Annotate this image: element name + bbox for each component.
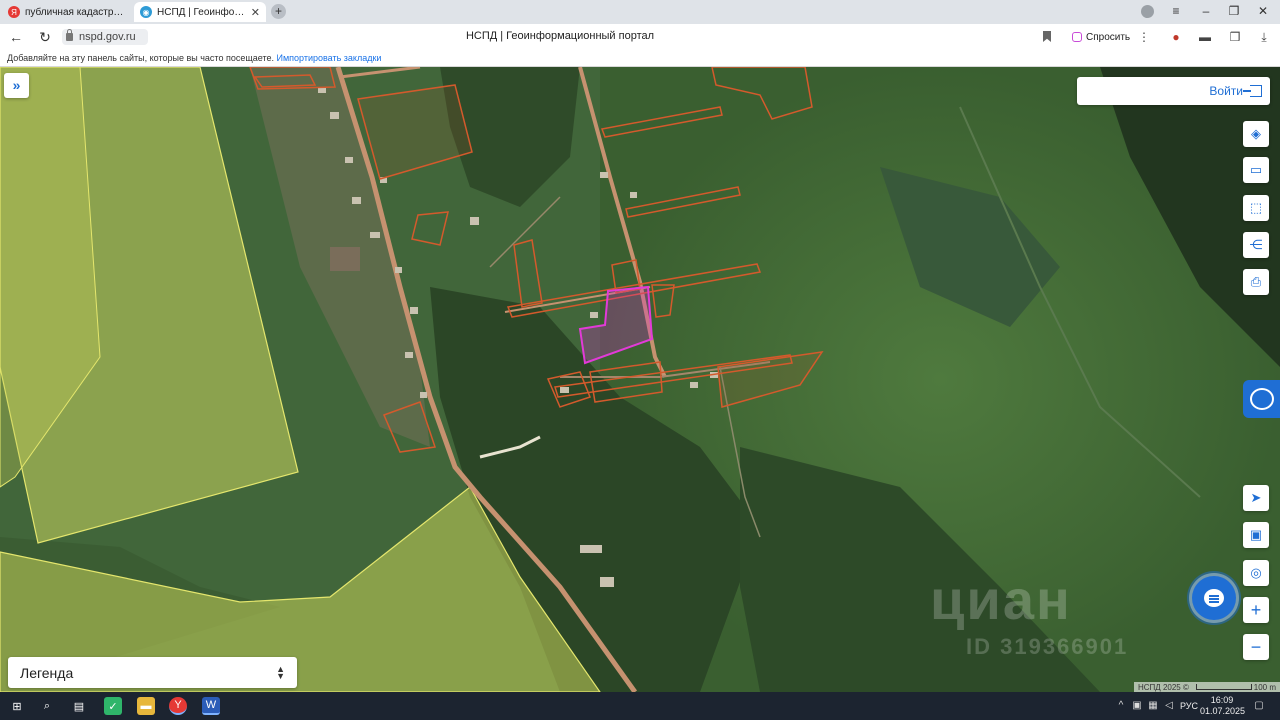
file-explorer-icon[interactable]: ▬ xyxy=(137,697,155,715)
share-icon: ⋲ xyxy=(1249,237,1263,252)
globe-icon: ◉ xyxy=(140,6,152,18)
import-bookmarks-link[interactable]: Импортировать закладки xyxy=(277,53,382,63)
place-button[interactable]: ◎ xyxy=(1243,560,1269,586)
watermark: циан xyxy=(930,568,1072,631)
clock-date: 01.07.2025 xyxy=(1200,706,1246,716)
locate-button[interactable]: ➤ xyxy=(1243,485,1269,511)
lock-icon xyxy=(66,29,73,41)
network-icon[interactable]: ▦ xyxy=(1146,700,1160,711)
url-text: nspd.gov.ru xyxy=(79,31,136,43)
tray-app-icon[interactable]: ▣ xyxy=(1130,700,1144,711)
vpn-icon[interactable]: ▬ xyxy=(1197,30,1213,44)
language-indicator[interactable]: РУС xyxy=(1180,701,1198,711)
windows-taskbar: ⊞ ⌕ ▤ ✓ ▬ Y W ^ ▣ ▦ ◁ РУС 16:09 01.07.20… xyxy=(0,692,1280,720)
legend-dropdown[interactable]: Легенда ▲ ▼ xyxy=(8,657,297,688)
search-icon[interactable]: ⌕ xyxy=(38,697,56,715)
yandex-icon: Я xyxy=(8,6,20,18)
attribution-text: НСПД 2025 © xyxy=(1138,682,1189,692)
legend-label: Легенда xyxy=(20,664,74,681)
ruler-button[interactable]: ▭ xyxy=(1243,157,1269,183)
login-button[interactable]: Войти xyxy=(1077,77,1270,105)
restore-icon[interactable]: ❐ xyxy=(1226,4,1242,18)
yandex-browser-icon[interactable]: Y xyxy=(169,697,187,715)
watermark-id: ID 319366901 xyxy=(966,634,1129,659)
area-select-button[interactable]: ⬚ xyxy=(1243,195,1269,221)
login-label: Войти xyxy=(1209,84,1243,98)
more-vertical-icon[interactable]: ⋮ xyxy=(1136,30,1152,44)
chat-icon xyxy=(1204,589,1224,607)
picture-in-picture-button[interactable]: ▣ xyxy=(1243,522,1269,548)
collections-icon[interactable]: ❒ xyxy=(1227,30,1243,44)
chat-button[interactable] xyxy=(1192,576,1236,620)
share-button[interactable]: ⋲ xyxy=(1243,232,1269,258)
print-icon: ⎙ xyxy=(1250,274,1262,289)
layers-button[interactable]: ◈ xyxy=(1243,121,1269,147)
profile-icon[interactable] xyxy=(1141,5,1154,18)
bookmarks-hint: Добавляйте на эту панель сайты, которые … xyxy=(7,53,274,63)
area-select-icon: ⬚ xyxy=(1249,200,1263,215)
task-view-icon[interactable]: ▤ xyxy=(70,697,88,715)
windows-start-icon[interactable]: ⊞ xyxy=(8,697,26,715)
extension-icon[interactable]: ● xyxy=(1168,30,1184,44)
app-icon[interactable]: ✓ xyxy=(104,697,122,715)
tab-title: НСПД | Геоинформаци xyxy=(157,6,247,18)
expand-panel-button[interactable]: » xyxy=(4,73,29,98)
url-field[interactable]: nspd.gov.ru xyxy=(62,29,148,45)
zoom-in-icon: + xyxy=(1250,599,1262,620)
bookmark-icon[interactable] xyxy=(1043,31,1051,42)
ask-label: Спросить xyxy=(1086,31,1131,43)
tab-nspd[interactable]: ◉ НСПД | Геоинформаци ✕ xyxy=(134,2,266,22)
address-bar: ← ↻ nspd.gov.ru НСПД | Геоинформационный… xyxy=(0,24,1280,50)
ruler-icon: ▭ xyxy=(1249,162,1263,177)
side-panel-tab[interactable] xyxy=(1243,380,1280,418)
menu-icon[interactable]: ≡ xyxy=(1168,4,1184,18)
sort-arrows-icon: ▲ ▼ xyxy=(276,663,285,681)
close-window-icon[interactable]: ✕ xyxy=(1255,4,1271,18)
close-tab-icon[interactable]: ✕ xyxy=(251,6,260,19)
locate-icon: ➤ xyxy=(1250,490,1262,505)
satellite-map xyxy=(0,67,1280,692)
notifications-icon[interactable]: ▢ xyxy=(1252,700,1266,711)
word-icon[interactable]: W xyxy=(202,697,220,715)
picture-in-picture-icon: ▣ xyxy=(1249,527,1263,542)
tab-title: публичная кадастровая к xyxy=(25,6,124,18)
reload-icon[interactable]: ↻ xyxy=(37,29,53,46)
bookmarks-bar: Добавляйте на эту панель сайты, которые … xyxy=(0,50,1280,67)
minimize-icon[interactable]: – xyxy=(1198,4,1214,18)
zoom-out-button[interactable]: − xyxy=(1243,634,1269,660)
volume-icon[interactable]: ◁ xyxy=(1162,700,1176,711)
scale-label: 100 m xyxy=(1253,682,1276,692)
back-arrow-icon[interactable]: ← xyxy=(8,29,24,45)
new-tab-button[interactable]: + xyxy=(271,4,286,19)
print-button[interactable]: ⎙ xyxy=(1243,269,1269,295)
tray-chevron-icon[interactable]: ^ xyxy=(1114,700,1128,711)
page-title: НСПД | Геоинформационный портал xyxy=(465,30,655,42)
zoom-in-button[interactable]: + xyxy=(1243,597,1269,623)
tab-bar: Я публичная кадастровая к ◉ НСПД | Геоин… xyxy=(0,0,1280,24)
ask-button[interactable]: Спросить xyxy=(1068,28,1134,46)
clock-time: 16:09 xyxy=(1210,695,1234,705)
clock[interactable]: 16:09 01.07.2025 xyxy=(1200,695,1246,717)
layers-icon: ◈ xyxy=(1251,126,1261,141)
zoom-out-icon: − xyxy=(1250,636,1262,657)
assistant-icon xyxy=(1249,388,1274,410)
download-icon[interactable]: ⤓ xyxy=(1256,30,1272,45)
place-icon: ◎ xyxy=(1250,565,1262,580)
map-view[interactable]: » Войти ◈ ▭ ⬚ ⋲ ⎙ ➤ ▣ ◎ + − циан ID 3193… xyxy=(0,67,1280,692)
login-icon xyxy=(1243,85,1262,97)
tab-cadastral-map[interactable]: Я публичная кадастровая к xyxy=(2,2,130,22)
scale-bar: 100 m xyxy=(1195,682,1276,692)
map-attribution: НСПД 2025 © 100 m xyxy=(1134,682,1280,692)
alice-icon xyxy=(1072,32,1082,42)
scale-bar-line xyxy=(1195,684,1252,690)
